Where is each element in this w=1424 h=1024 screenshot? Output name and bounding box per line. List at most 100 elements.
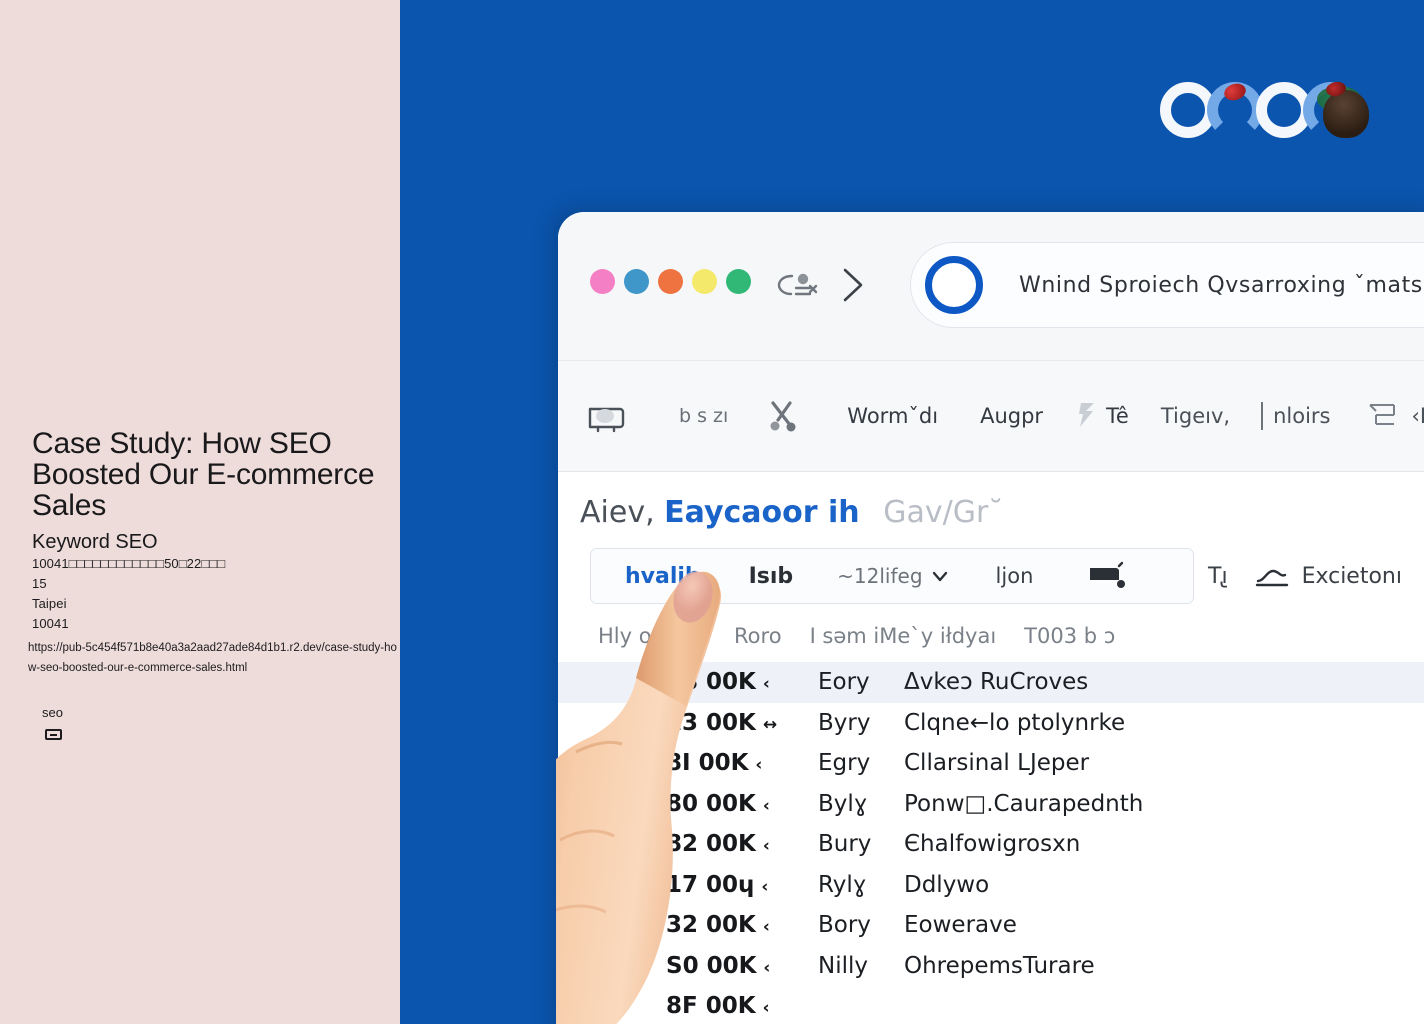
row-volume-value: 8I 00K (666, 750, 749, 777)
row-description-cell: OhrepemsTurare (904, 952, 1095, 979)
browser-toolbar: b s zı Wormˇdı Augpr Tê Tigeıv, nloirs ‹ (558, 360, 1424, 472)
box-glyph-icon (45, 729, 62, 740)
table-row[interactable]: 82 00K ‹ Bury Єhalfowigrosxn (558, 824, 1424, 865)
row-volume-cell: 8I 00K ‹ (666, 750, 818, 776)
toolbar-label-4: Augpr (980, 404, 1044, 428)
toolbar-item-4[interactable]: Augpr (980, 404, 1043, 428)
row-trend-arrow-icon: ‹ (762, 795, 770, 816)
results-table: 68 00K ‹ Eory Δvkeɔ RuCroves 13 00K ↔ Byry Clqn… (558, 662, 1424, 1024)
address-bar-text[interactable]: Wnind Sproiech Qvsarroxing ˇmats Qítl ·· (1019, 273, 1424, 298)
row-volume-cell: 82 00K ‹ (666, 831, 818, 857)
window-control-dots[interactable] (590, 269, 751, 294)
chevron-right-icon[interactable] (836, 264, 868, 306)
toolbar-label-1: b s zı (679, 405, 729, 427)
row-category-cell: Eory (818, 669, 870, 696)
toolbar-item-6[interactable]: Tigeıv, (1161, 404, 1230, 428)
toolbar-item-2[interactable] (766, 399, 809, 433)
row-volume-value: 8F 00K (666, 993, 756, 1020)
seo-tag-label: seo (42, 705, 63, 720)
row-volume-cell: 13 00K ↔ (666, 710, 818, 736)
toolbar-label-8: ‹Lral (1411, 404, 1424, 428)
table-row[interactable]: 13 00K ↔ Byry Clqne←lo ptolynrke (558, 703, 1424, 744)
row-trend-arrow-icon: ‹ (762, 998, 770, 1019)
filter-item-4[interactable] (1085, 560, 1136, 592)
row-category-cell: Nilly (818, 952, 868, 979)
table-row[interactable]: 8I 00K ‹ Egry Cllarsinal LJeper (558, 743, 1424, 784)
row-description-cell: Cllarsinal LJeper (904, 750, 1090, 777)
logo-blob-dark (1323, 90, 1369, 138)
table-row[interactable]: 32 00K ‹ Bory Eowerave (558, 905, 1424, 946)
window-dot-green[interactable] (726, 269, 751, 294)
row-volume-value: 68 00K (666, 669, 756, 696)
filter-right-label-0: Tı̢ (1208, 563, 1228, 589)
row-volume-cell: S0 00K ‹ (666, 953, 818, 979)
toolbar-item-5[interactable]: Tê (1077, 401, 1129, 431)
source-url[interactable]: https://pub-5c454f571b8e40a3a2aad27ade84… (28, 638, 400, 678)
row-category-cell: Egry (818, 750, 871, 777)
table-row[interactable]: 8F 00K ‹ (558, 986, 1424, 1024)
back-arrow-icon[interactable] (776, 270, 818, 300)
filter-right-item-1[interactable]: Excietonı (1254, 563, 1402, 589)
row-description-cell: Eowerave (904, 912, 1017, 939)
window-dot-yellow[interactable] (692, 269, 717, 294)
row-trend-arrow-icon: ‹ (755, 755, 763, 776)
heading-part-a: Aiev, (580, 495, 655, 530)
row-description-cell: Єhalfowigrosxn (904, 831, 1081, 858)
toolbar-item-3[interactable]: Wormˇdı (847, 404, 938, 428)
heading-part-c: Gav/Gr˘ (883, 495, 1004, 530)
filter-item-2[interactable]: ~12lifeg (837, 564, 949, 588)
filter-item-3[interactable]: ljon (996, 564, 1034, 588)
table-row[interactable]: 68 00K ‹ Eory Δvkeɔ RuCroves (558, 662, 1424, 703)
window-dot-blue[interactable] (624, 269, 649, 294)
row-trend-arrow-icon: ‹ (762, 917, 770, 938)
row-trend-arrow-icon: ↔ (762, 714, 778, 735)
layers-icon (1369, 404, 1396, 425)
filter-item-1[interactable]: Isıb (749, 564, 794, 589)
shopping-bag-icon (588, 407, 625, 433)
column-header-label-3: T003 b ɔ (1024, 624, 1116, 648)
toolbar-label-5: Tê (1106, 404, 1129, 428)
row-trend-arrow-icon: ‹ (763, 957, 771, 978)
window-dot-pink[interactable] (590, 269, 615, 294)
column-header-label-0: Hly ounı (598, 624, 685, 648)
table-row[interactable]: 80 00K ‹ Bylɣ Ponw□.Caurapednth (558, 784, 1424, 825)
column-header-2[interactable]: I səm iMeˋy iłdyaı (810, 624, 997, 648)
window-dot-orange[interactable] (658, 269, 683, 294)
column-header-3[interactable]: T003 b ɔ (1024, 624, 1115, 648)
left-info-panel: Case Study: How SEO Boosted Our E-commer… (0, 0, 400, 1024)
filter-label-3: ljon (995, 564, 1034, 588)
toolbar-item-0[interactable] (584, 399, 635, 433)
column-header-1[interactable]: Roro (734, 624, 782, 648)
column-header-0[interactable]: Hly ounı (598, 624, 706, 648)
row-volume-cell: 17 00ɥ ‹ (666, 872, 818, 898)
row-trend-arrow-icon: ‹ (761, 876, 769, 897)
filter-right-item-0[interactable]: Tı̢ (1208, 564, 1228, 589)
row-volume-cell: 68 00K ‹ (666, 669, 818, 695)
sort-icon[interactable] (690, 625, 706, 647)
toolbar-item-1[interactable]: b s zı (679, 405, 728, 427)
filter-toolbar-right: Tı̢ Excietonı (1208, 548, 1402, 604)
address-search-bar[interactable]: Wnind Sproiech Qvsarroxing ˇmats Qítl ·· (910, 242, 1424, 328)
filter-label-2: ~12lifeg (837, 564, 923, 588)
flag-icon (1079, 403, 1095, 427)
row-description-cell: Ddlywo (904, 871, 990, 898)
table-row[interactable]: S0 00K ‹ Nilly OhrepemsTurare (558, 946, 1424, 987)
abstract-ring-logo-icon (1160, 80, 1369, 144)
table-column-header: Hly ounı Roro I səm iMeˋy iłdyaı T003 b … (598, 616, 1143, 656)
toolbar-item-8[interactable]: ‹Lral (1364, 401, 1424, 431)
filter-item-0[interactable]: hvalih (625, 564, 701, 589)
column-header-label-2: I səm iMeˋy iłdyaı (809, 624, 997, 648)
filter-right-label-1: Excietonı (1301, 563, 1402, 589)
table-row[interactable]: 17 00ɥ ‹ Rylɣ Ddlywo (558, 865, 1424, 906)
filter-toolbar[interactable]: hvalih Isıb ~12lifeg ljon (590, 548, 1194, 604)
toolbar-label-7: nloirs (1273, 404, 1331, 428)
row-description-cell: Ponw□.Caurapednth (904, 790, 1144, 817)
row-volume-value: 32 00K (666, 912, 756, 939)
column-header-label-1: Roro (734, 624, 782, 648)
toolbar-item-7[interactable]: nloirs (1260, 402, 1330, 430)
meta-line-2: Taipei (32, 596, 67, 611)
row-trend-arrow-icon: ‹ (762, 836, 770, 857)
screenshot-root: Case Study: How SEO Boosted Our E-commer… (0, 0, 1424, 1024)
page-title: Case Study: How SEO Boosted Our E-commer… (32, 427, 383, 522)
meta-line-0: 10041□□□□□□□□□□□□50□22□□□ (32, 556, 226, 571)
